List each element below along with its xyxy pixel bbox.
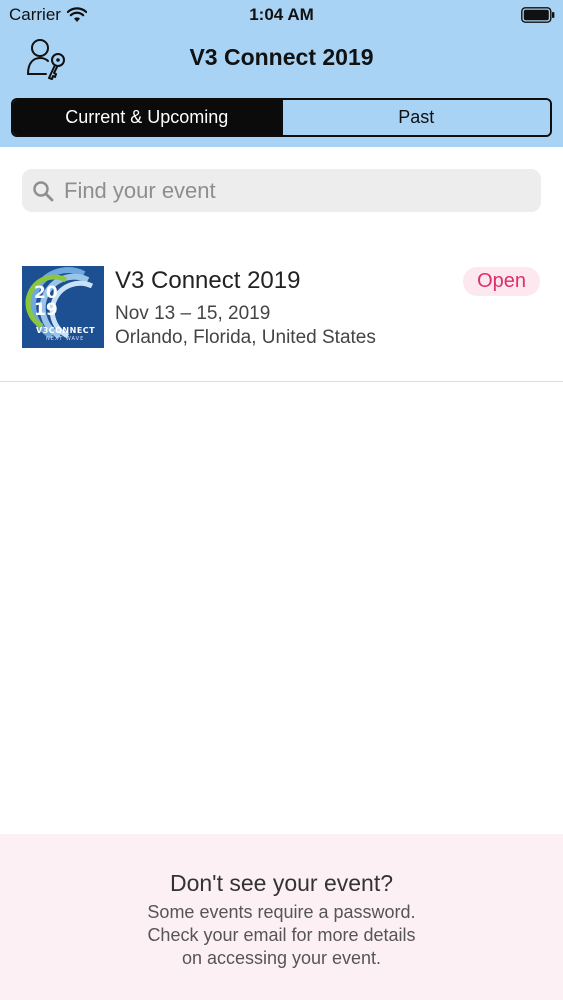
event-logo-year-bottom: 19 [34,300,58,320]
footer-line-2: Check your email for more details [147,925,416,945]
event-filter-tabs: Current & Upcoming Past [11,98,552,137]
status-time: 1:04 AM [249,5,314,24]
status-badge: Open [463,267,540,296]
navigation-bar: V3 Connect 2019 [0,30,563,88]
event-location: Orlando, Florida, United States [115,327,376,348]
header-area: Carrier 1:04 AM V3 Connect 2019 Current … [0,0,563,147]
tab-current-upcoming[interactable]: Current & Upcoming [13,100,281,135]
page-title: V3 Connect 2019 [189,44,374,70]
status-bar: Carrier 1:04 AM [0,0,563,30]
event-logo-subtitle: NEXT WAVE [46,336,85,342]
footer-line-1: Some events require a password. [147,902,416,922]
event-title: V3 Connect 2019 [115,267,301,294]
footer-line-3: on accessing your event. [181,948,382,968]
event-logo-brand: V3CONNECT [36,326,96,335]
battery-icon [521,7,555,23]
event-logo: 20 19 V3CONNECT NEXT WAVE [22,266,104,348]
search-icon [33,180,54,201]
footer-title: Don't see your event? [169,870,394,896]
search-input[interactable] [64,177,504,204]
event-date: Nov 13 – 15, 2019 [115,303,271,324]
tab-past[interactable]: Past [280,100,550,135]
search-bar[interactable] [22,169,541,212]
event-logo-year: 20 19 [34,285,58,319]
event-list-item[interactable]: 20 19 V3CONNECT NEXT WAVE V3 Connect 201… [0,246,563,382]
help-footer: Don't see your event? Some events requir… [0,834,563,1000]
